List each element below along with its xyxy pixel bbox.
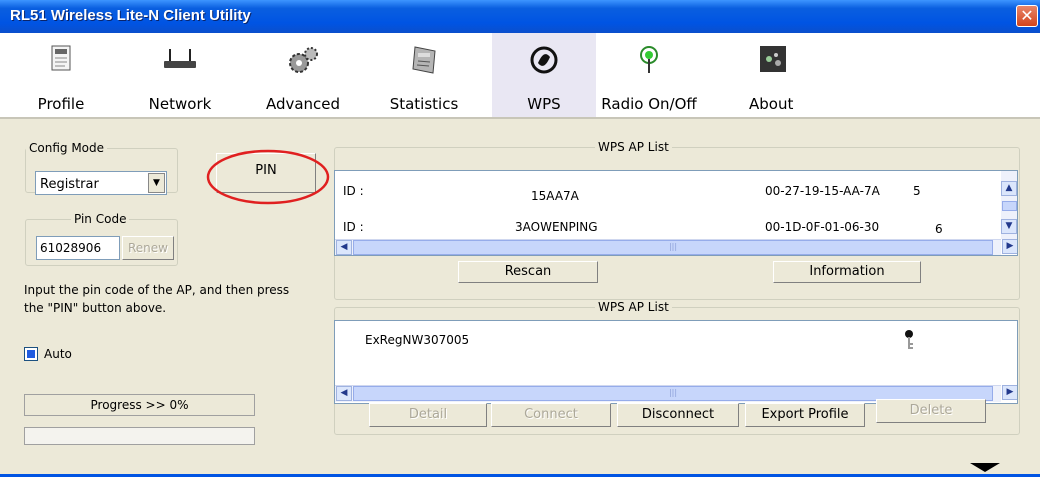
radio-icon <box>640 46 658 73</box>
ap-channel: 6 <box>935 222 943 236</box>
connect-button[interactable]: Connect <box>491 403 611 427</box>
expand-arrow-icon[interactable] <box>968 461 1002 473</box>
network-icon <box>164 49 196 68</box>
ap-row[interactable]: ID : 15AA7A 00-27-19-15-AA-7A 5 <box>335 174 1001 212</box>
vscroll-thumb[interactable] <box>1002 201 1017 211</box>
toolbar-about[interactable]: About <box>745 33 801 117</box>
pin-code-field[interactable]: 61028906 <box>36 236 120 260</box>
close-icon: ✕ <box>1020 6 1034 25</box>
toolbar-radio-label: Radio On/Off <box>601 95 697 113</box>
toolbar-statistics-label: Statistics <box>389 95 459 113</box>
app-window: RL51 Wireless Lite-N Client Utility ✕ Pr… <box>0 0 1040 477</box>
scroll-left-icon[interactable]: ◀ <box>336 240 352 255</box>
ap-bssid: 00-27-19-15-AA-7A <box>765 184 880 198</box>
config-mode-value: Registrar <box>40 177 99 192</box>
wps-profile-list-legend: WPS AP List <box>598 300 669 314</box>
profile-icon <box>51 45 71 71</box>
ap-ssid: 15AA7A <box>531 189 579 203</box>
pin-code-legend: Pin Code <box>74 212 127 226</box>
checkbox-fill-icon <box>27 350 35 358</box>
auto-label: Auto <box>44 347 72 361</box>
ap-bssid: 00-1D-0F-01-06-30 <box>765 220 880 234</box>
wps-ap-list[interactable]: ID : 15AA7A 00-27-19-15-AA-7A 5 ID : 3AO… <box>334 170 1018 256</box>
toolbar-network[interactable]: Network <box>140 33 220 117</box>
disconnect-button[interactable]: Disconnect <box>617 403 739 427</box>
profile-name: ExRegNW307005 <box>365 333 470 347</box>
toolbar-wps[interactable]: WPS <box>492 33 596 117</box>
ap-row[interactable]: ID : 3AOWENPING 00-1D-0F-01-06-30 6 <box>335 215 1001 237</box>
scroll-up-icon[interactable]: ▲ <box>1001 181 1017 196</box>
ap-id-label: ID : <box>343 220 364 234</box>
information-button[interactable]: Information <box>773 261 921 283</box>
scroll-left-icon[interactable]: ◀ <box>336 386 352 401</box>
main-toolbar: Profile Network Advanced Statistics WPS … <box>0 33 1040 119</box>
annotation-circle <box>206 149 330 205</box>
close-button[interactable]: ✕ <box>1016 5 1038 27</box>
delete-button[interactable]: Delete <box>876 399 986 423</box>
wps-profile-list[interactable]: ExRegNW307005 ◀ ||| ▶ <box>334 320 1018 404</box>
ap-list-vscrollbar[interactable]: ▲ ▼ <box>1001 171 1017 239</box>
window-title: RL51 Wireless Lite-N Client Utility <box>10 7 251 24</box>
key-icon <box>905 330 913 349</box>
toolbar-wps-label: WPS <box>527 95 561 113</box>
instruction-line-1: Input the pin code of the AP, and then p… <box>24 283 290 297</box>
auto-checkbox[interactable] <box>24 347 38 361</box>
toolbar-profile-label: Profile <box>37 95 85 113</box>
toolbar-statistics[interactable]: Statistics <box>380 33 468 117</box>
ap-list-hscrollbar[interactable]: ◀ ||| <box>335 239 1001 255</box>
renew-button[interactable]: Renew <box>122 236 174 260</box>
config-mode-select[interactable]: Registrar ▼ <box>35 171 167 195</box>
toolbar-about-label: About <box>749 95 794 113</box>
rescan-button[interactable]: Rescan <box>458 261 598 283</box>
toolbar-advanced-label: Advanced <box>265 95 341 113</box>
profile-list-item[interactable]: ExRegNW307005 <box>335 321 1017 361</box>
toolbar-profile[interactable]: Profile <box>30 33 92 117</box>
progress-label-box: Progress >> 0% <box>24 394 255 416</box>
ap-id-label: ID : <box>343 184 364 198</box>
hscroll-thumb[interactable]: ||| <box>353 240 993 255</box>
advanced-icon <box>289 47 318 73</box>
progress-bar <box>24 427 255 445</box>
wps-icon <box>530 46 558 74</box>
wps-ap-list-legend: WPS AP List <box>598 140 669 154</box>
statistics-icon <box>412 46 436 74</box>
title-bar[interactable]: RL51 Wireless Lite-N Client Utility ✕ <box>0 0 1040 33</box>
ap-channel: 5 <box>913 184 921 198</box>
scroll-down-icon[interactable]: ▼ <box>1001 219 1017 234</box>
config-mode-legend: Config Mode <box>29 141 105 155</box>
progress-label: Progress >> 0% <box>90 398 189 412</box>
scroll-right-icon[interactable]: ▶ <box>1002 239 1017 254</box>
ap-ssid: 3AOWENPING <box>515 220 598 234</box>
export-profile-button[interactable]: Export Profile <box>745 403 865 427</box>
toolbar-radio[interactable]: Radio On/Off <box>594 33 704 117</box>
instruction-line-2: the "PIN" button above. <box>24 301 167 315</box>
toolbar-advanced[interactable]: Advanced <box>257 33 349 117</box>
detail-button[interactable]: Detail <box>369 403 487 427</box>
toolbar-network-label: Network <box>148 95 212 113</box>
about-icon <box>760 46 786 72</box>
chevron-down-icon[interactable]: ▼ <box>148 173 165 193</box>
scroll-right-icon[interactable]: ▶ <box>1002 385 1017 400</box>
